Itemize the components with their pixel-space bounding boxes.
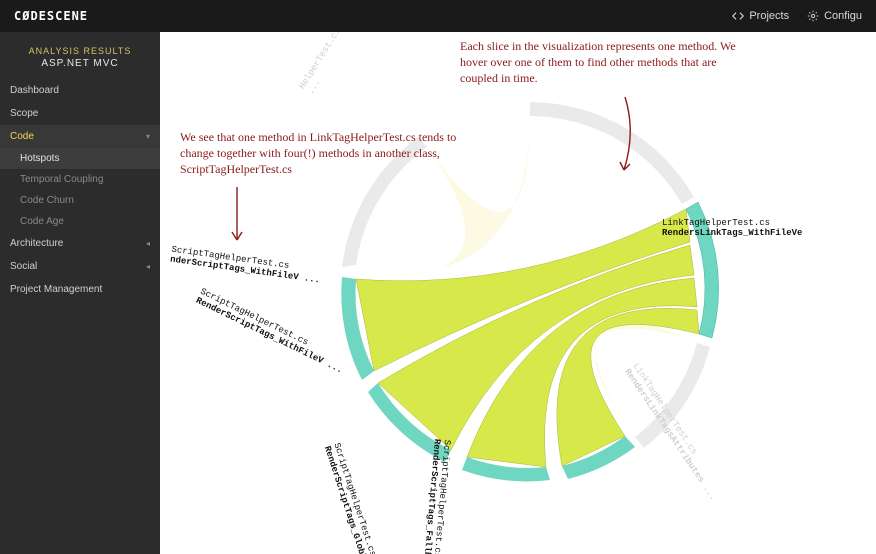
brand-logo: CØDESCENE (14, 9, 88, 23)
chevron-left-icon: ◂ (146, 239, 150, 248)
sidebar-item-code[interactable]: Code ▾ (0, 125, 160, 148)
annotation-mid-left: We see that one method in LinkTagHelperT… (180, 129, 490, 178)
project-name: ASP.NET MVC (0, 58, 160, 79)
sidebar: ANALYSIS RESULTS ASP.NET MVC Dashboard S… (0, 32, 160, 554)
sidebar-item-social[interactable]: Social ◂ (0, 255, 160, 278)
sidebar-sub-temporal-coupling[interactable]: Temporal Coupling (0, 169, 160, 190)
annotation-arrow-icon (600, 92, 650, 182)
visualization-pane[interactable]: Each slice in the visualization represen… (160, 32, 876, 554)
sidebar-item-scope[interactable]: Scope (0, 102, 160, 125)
nav-projects[interactable]: Projects (732, 10, 789, 22)
sidebar-item-architecture[interactable]: Architecture ◂ (0, 232, 160, 255)
chevron-down-icon: ▾ (146, 132, 150, 141)
gear-icon (807, 10, 819, 22)
sidebar-item-project-management[interactable]: Project Management (0, 278, 160, 301)
annotation-top-right: Each slice in the visualization represen… (460, 38, 750, 87)
top-nav: Projects Configu (732, 10, 862, 22)
sidebar-sub-code-age[interactable]: Code Age (0, 211, 160, 232)
nav-configure-label: Configu (824, 10, 862, 22)
analysis-results-header: ANALYSIS RESULTS (0, 40, 160, 58)
sidebar-sub-hotspots[interactable]: Hotspots (0, 148, 160, 169)
chord-label[interactable]: LinkTagHelperTest.cs RendersLinkTags_Wit… (662, 219, 802, 239)
chord-label-method: RendersLinkTags_WithFileVe (662, 229, 802, 239)
nav-configure[interactable]: Configu (807, 10, 862, 22)
sidebar-sub-code-churn[interactable]: Code Churn (0, 190, 160, 211)
sidebar-item-dashboard[interactable]: Dashboard (0, 79, 160, 102)
code-icon (732, 10, 744, 22)
annotation-arrow-icon (222, 182, 252, 252)
chevron-left-icon: ◂ (146, 262, 150, 271)
top-bar: CØDESCENE Projects Configu (0, 0, 876, 32)
nav-projects-label: Projects (749, 10, 789, 22)
